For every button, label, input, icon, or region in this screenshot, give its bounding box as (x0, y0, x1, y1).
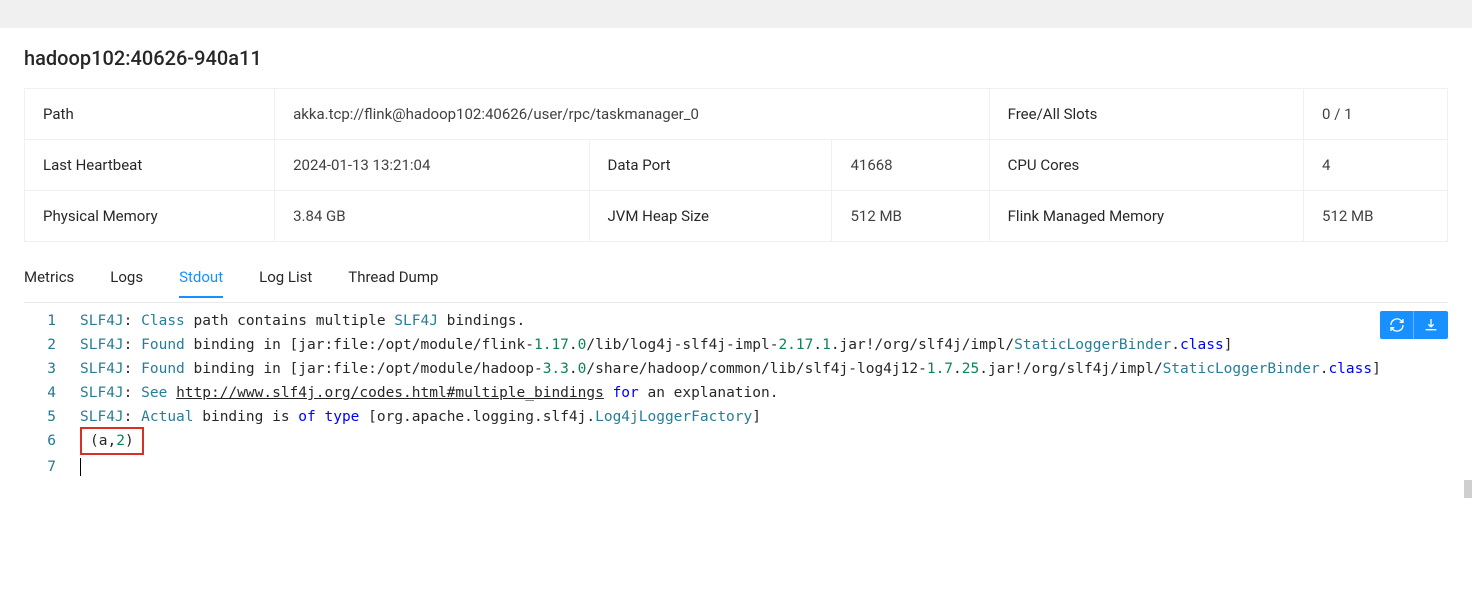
info-table: Path akka.tcp://flink@hadoop102:40626/us… (24, 88, 1448, 242)
value-path: akka.tcp://flink@hadoop102:40626/user/rp… (275, 89, 990, 140)
line-number: 6 (24, 429, 80, 453)
tab-logs[interactable]: Logs (110, 260, 143, 298)
code-line: 2 SLF4J: Found binding in [jar:file:/opt… (24, 333, 1448, 357)
action-buttons (1380, 311, 1448, 339)
stdout-panel: 1 SLF4J: Class path contains multiple SL… (24, 302, 1448, 479)
line-content: SLF4J: Class path contains multiple SLF4… (80, 309, 1448, 333)
value-dataport: 41668 (832, 140, 989, 191)
table-row: Path akka.tcp://flink@hadoop102:40626/us… (25, 89, 1447, 140)
line-content: SLF4J: See http://www.slf4j.org/codes.ht… (80, 381, 1448, 405)
value-heartbeat: 2024-01-13 13:21:04 (275, 140, 589, 191)
tab-stdout[interactable]: Stdout (179, 260, 223, 298)
value-heap: 512 MB (832, 191, 989, 241)
tab-threaddump[interactable]: Thread Dump (348, 260, 438, 298)
highlight-annotation: (a,2) (80, 427, 144, 455)
download-icon (1423, 317, 1439, 333)
label-managed: Flink Managed Memory (990, 191, 1304, 241)
code-line: 7 (24, 455, 1448, 479)
label-slots: Free/All Slots (990, 89, 1304, 140)
line-number: 4 (24, 381, 80, 405)
label-dataport: Data Port (590, 140, 833, 191)
code-line: 6 (a,2) (24, 429, 1448, 455)
line-content: (a,2) (80, 429, 1448, 455)
text-cursor (80, 458, 81, 476)
line-number: 2 (24, 333, 80, 357)
line-content: SLF4J: Found binding in [jar:file:/opt/m… (80, 357, 1448, 381)
line-number: 7 (24, 455, 80, 479)
code-line: 1 SLF4J: Class path contains multiple SL… (24, 309, 1448, 333)
table-row: Physical Memory 3.84 GB JVM Heap Size 51… (25, 191, 1447, 241)
line-number: 5 (24, 405, 80, 429)
stdout-content[interactable]: 1 SLF4J: Class path contains multiple SL… (24, 309, 1448, 479)
code-line: 4 SLF4J: See http://www.slf4j.org/codes.… (24, 381, 1448, 405)
tab-loglist[interactable]: Log List (259, 260, 312, 298)
label-heap: JVM Heap Size (590, 191, 833, 241)
label-path: Path (25, 89, 275, 140)
scroll-indicator[interactable] (1464, 480, 1472, 498)
line-number: 1 (24, 309, 80, 333)
label-physmem: Physical Memory (25, 191, 275, 241)
line-number: 3 (24, 357, 80, 381)
refresh-icon (1389, 317, 1405, 333)
table-row: Last Heartbeat 2024-01-13 13:21:04 Data … (25, 140, 1447, 191)
value-physmem: 3.84 GB (275, 191, 589, 241)
line-content: SLF4J: Actual binding is of type [org.ap… (80, 405, 1448, 429)
value-slots: 0 / 1 (1304, 89, 1447, 140)
line-content (80, 455, 1448, 479)
tabs: Metrics Logs Stdout Log List Thread Dump (24, 242, 1448, 298)
value-managed: 512 MB (1304, 191, 1447, 241)
top-bar (0, 0, 1472, 28)
label-heartbeat: Last Heartbeat (25, 140, 275, 191)
value-cpu: 4 (1304, 140, 1447, 191)
page-title: hadoop102:40626-940a11 (24, 28, 1448, 88)
code-line: 3 SLF4J: Found binding in [jar:file:/opt… (24, 357, 1448, 381)
tab-metrics[interactable]: Metrics (24, 260, 74, 298)
label-cpu: CPU Cores (990, 140, 1304, 191)
refresh-button[interactable] (1380, 311, 1414, 339)
line-content: SLF4J: Found binding in [jar:file:/opt/m… (80, 333, 1448, 357)
code-line: 5 SLF4J: Actual binding is of type [org.… (24, 405, 1448, 429)
download-button[interactable] (1414, 311, 1448, 339)
